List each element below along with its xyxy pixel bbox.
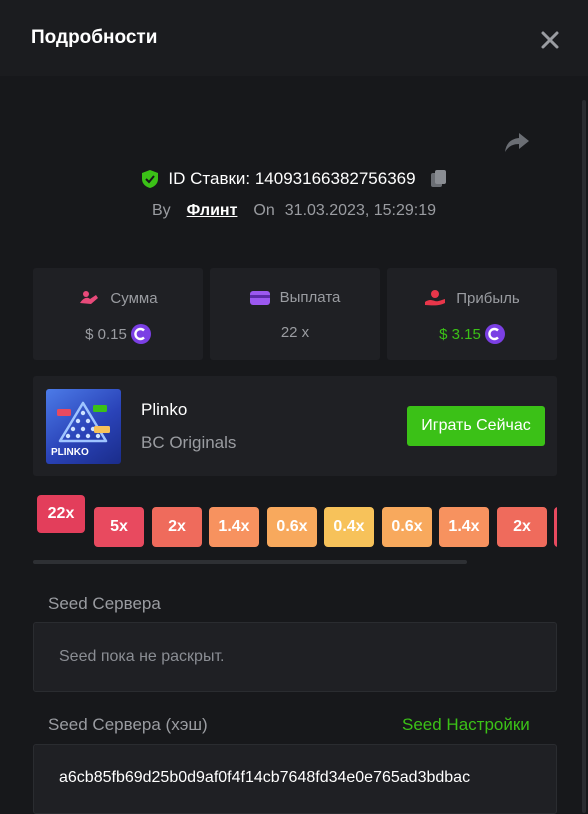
- game-thumbnail[interactable]: PLINKO: [46, 389, 121, 464]
- verified-shield-icon: [142, 170, 159, 188]
- amount-card: Сумма $ 0.15: [33, 268, 203, 360]
- server-seed-field: Seed пока не раскрыт.: [33, 622, 557, 692]
- bet-meta-row: By Флинт On 31.03.2023, 15:29:19: [0, 201, 588, 221]
- multiplier-strip[interactable]: 22x 5x 2x 1.4x 0.6x 0.4x 0.6x 1.4x 2x: [33, 495, 557, 555]
- by-label: By: [151, 202, 171, 219]
- multiplier-chip: [554, 507, 557, 547]
- payout-card: Выплата 22 x: [210, 268, 380, 360]
- server-seed-label: Seed Сервера: [48, 594, 161, 613]
- bet-id-row: ID Ставки: 14093166382756369: [0, 168, 588, 190]
- on-label: On: [253, 202, 275, 219]
- multiplier-chip: 22x: [37, 495, 85, 533]
- multiplier-chip: 0.4x: [324, 507, 374, 547]
- coin-icon: [130, 324, 151, 344]
- game-card: PLINKO Plinko BC Originals Играть Сейчас: [33, 376, 557, 476]
- profit-icon: [425, 290, 446, 306]
- modal-title: Подробности: [31, 27, 158, 48]
- server-seed-value: Seed пока не раскрыт.: [59, 648, 225, 665]
- amount-value: $ 0.15: [85, 325, 127, 343]
- multiplier-chip: 2x: [152, 507, 202, 547]
- share-icon[interactable]: [503, 128, 531, 156]
- game-name[interactable]: Plinko: [141, 400, 187, 420]
- multiplier-chip: 0.6x: [267, 507, 317, 547]
- payout-value: 22 x: [280, 324, 310, 341]
- server-seed-hash-label: Seed Сервера (хэш): [48, 715, 208, 734]
- multiplier-chip: 1.4x: [439, 507, 489, 547]
- multiplier-chip: 1.4x: [209, 507, 259, 547]
- thumb-label: PLINKO: [51, 447, 89, 458]
- profit-card: Прибыль $ 3.15: [387, 268, 557, 360]
- amount-icon: [80, 291, 99, 304]
- game-provider: BC Originals: [141, 433, 237, 452]
- multiplier-chip: 0.6x: [382, 507, 432, 547]
- user-link[interactable]: Флинт: [187, 202, 238, 220]
- multiplier-scrollbar[interactable]: [33, 560, 467, 564]
- seed-settings-link[interactable]: Seed Настройки: [402, 715, 530, 735]
- modal-header: Подробности: [0, 0, 588, 76]
- play-now-button[interactable]: Играть Сейчас: [407, 406, 545, 446]
- wallet-icon: [249, 290, 270, 305]
- server-seed-hash-field[interactable]: a6cb85fb69d25b0d9af0f4f14cb7648fd34e0e76…: [33, 744, 557, 814]
- multiplier-chip: 5x: [94, 507, 144, 547]
- close-icon[interactable]: [538, 28, 562, 52]
- multiplier-chip: 2x: [497, 507, 547, 547]
- profit-value: $ 3.15: [439, 325, 481, 343]
- bet-id: ID Ставки: 14093166382756369: [168, 169, 416, 188]
- payout-label: Выплата: [279, 289, 341, 306]
- bet-date: 31.03.2023, 15:29:19: [284, 202, 437, 219]
- copy-icon[interactable]: [430, 169, 448, 189]
- amount-label: Сумма: [110, 289, 158, 307]
- profit-label: Прибыль: [456, 289, 520, 307]
- server-seed-hash-value: a6cb85fb69d25b0d9af0f4f14cb7648fd34e0e76…: [59, 769, 471, 786]
- coin-icon: [484, 324, 505, 344]
